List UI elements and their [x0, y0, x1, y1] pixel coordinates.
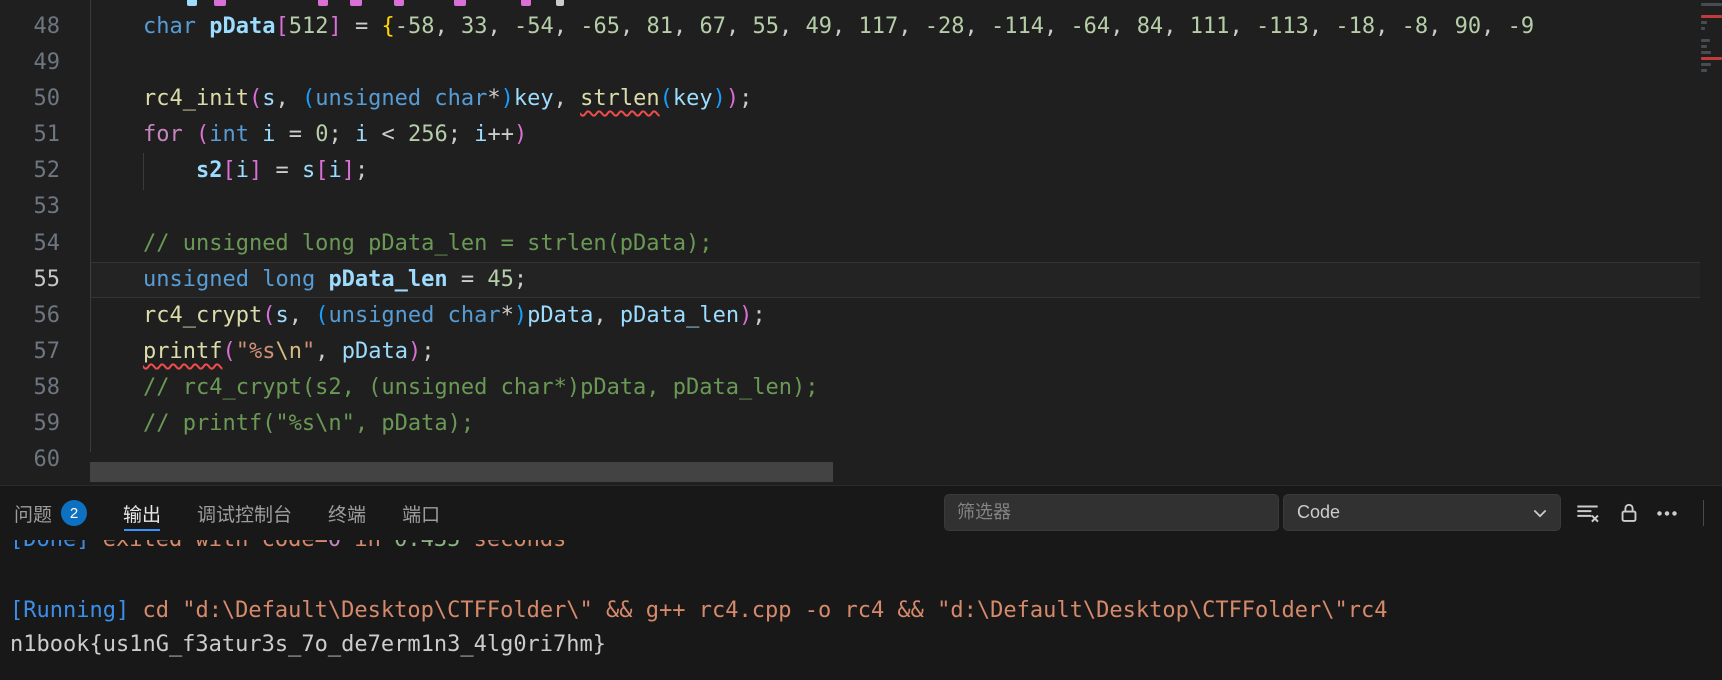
tab-label: 输出: [123, 500, 161, 527]
tab-terminal[interactable]: 终端: [328, 486, 366, 540]
line-number[interactable]: 48: [0, 9, 60, 45]
code-line-49[interactable]: 49: [0, 45, 1722, 81]
tab-ports[interactable]: 端口: [402, 486, 440, 540]
code-line-57[interactable]: 57 printf("%s\n", pData);: [0, 334, 1722, 370]
code-line-51[interactable]: 51 for (int i = 0; i < 256; i++): [0, 117, 1722, 153]
code-line-52[interactable]: 52 s2[i] = s[i];: [0, 153, 1722, 189]
minimap[interactable]: [1700, 0, 1722, 485]
tab-label: 问题: [14, 500, 52, 527]
tab-label: 调试控制台: [197, 500, 292, 527]
filter-input[interactable]: [944, 494, 1279, 531]
bottom-panel: 问题 2 输出 调试控制台 终端 端口 Code [Done] exited with c…: [0, 485, 1722, 680]
line-number[interactable]: 57: [0, 334, 60, 370]
code-text: rc4_crypt(s, (unsigned char*)pData, pDat…: [90, 298, 766, 334]
output-line-done: [Done] exited with code=0 in 0.435 secon…: [10, 540, 566, 556]
code-line-48[interactable]: 48 char pData[512] = {-58, 33, -54, -65,…: [0, 9, 1722, 45]
line-number[interactable]: 58: [0, 370, 60, 406]
code-lines: 48 char pData[512] = {-58, 33, -54, -65,…: [0, 9, 1722, 478]
header-divider: [1703, 500, 1704, 526]
code-text: rc4_init(s, (unsigned char*)key, strlen(…: [90, 81, 752, 117]
code-text: printf("%s\n", pData);: [90, 334, 434, 370]
line-number[interactable]: 54: [0, 226, 60, 262]
line-number[interactable]: 56: [0, 298, 60, 334]
tab-problems[interactable]: 问题 2: [14, 486, 87, 540]
code-line-56[interactable]: 56 rc4_crypt(s, (unsigned char*)pData, p…: [0, 298, 1722, 334]
panel-header: 问题 2 输出 调试控制台 终端 端口 Code: [0, 486, 1722, 540]
code-text: unsigned long pData_len = 45;: [90, 262, 527, 298]
output-line-running: [Running] cd "d:\Default\Desktop\CTFFold…: [10, 594, 1388, 627]
line-number[interactable]: 49: [0, 45, 60, 81]
output-channel-value: Code: [1297, 502, 1340, 523]
code-text: s2[i] = s[i];: [90, 153, 368, 189]
horizontal-scrollbar[interactable]: [90, 462, 833, 482]
tab-output[interactable]: 输出: [123, 486, 161, 540]
code-line-53[interactable]: 53: [0, 189, 1722, 225]
chevron-down-icon: [1530, 503, 1550, 523]
problems-count-badge: 2: [61, 500, 87, 526]
code-text: for (int i = 0; i < 256; i++): [90, 117, 527, 153]
line-number[interactable]: 53: [0, 189, 60, 225]
clear-output-icon[interactable]: [1570, 497, 1604, 529]
output-console: [Done] exited with code=0 in 0.435 secon…: [0, 540, 1722, 680]
output-channel-select[interactable]: Code: [1283, 494, 1561, 531]
line-number[interactable]: 52: [0, 153, 60, 189]
line-number[interactable]: 50: [0, 81, 60, 117]
code-editor[interactable]: 48 char pData[512] = {-58, 33, -54, -65,…: [0, 0, 1722, 485]
line-number[interactable]: 55: [0, 262, 60, 298]
line-number[interactable]: 59: [0, 406, 60, 442]
code-line-55[interactable]: 55 unsigned long pData_len = 45;: [0, 262, 1722, 298]
code-text: char pData[512] = {-58, 33, -54, -65, 81…: [90, 9, 1534, 45]
lock-scroll-icon[interactable]: [1612, 497, 1646, 529]
line-number[interactable]: 60: [0, 442, 60, 478]
more-actions-icon[interactable]: [1650, 497, 1684, 529]
tab-debug-console[interactable]: 调试控制台: [197, 486, 292, 540]
code-line-50[interactable]: 50 rc4_init(s, (unsigned char*)key, strl…: [0, 81, 1722, 117]
code-line-58[interactable]: 58 // rc4_crypt(s2, (unsigned char*)pDat…: [0, 370, 1722, 406]
output-line-flag: n1book{us1nG_f3atur3s_7o_de7erm1n3_4lg0r…: [10, 628, 606, 661]
line-number[interactable]: 51: [0, 117, 60, 153]
code-line-59[interactable]: 59 // printf("%s\n", pData);: [0, 406, 1722, 442]
code-text: // rc4_crypt(s2, (unsigned char*)pData, …: [90, 370, 819, 406]
code-text: // printf("%s\n", pData);: [90, 406, 474, 442]
code-line-54[interactable]: 54 // unsigned long pData_len = strlen(p…: [0, 226, 1722, 262]
tab-label: 端口: [402, 500, 440, 527]
code-text: // unsigned long pData_len = strlen(pDat…: [90, 226, 713, 262]
tab-label: 终端: [328, 500, 366, 527]
